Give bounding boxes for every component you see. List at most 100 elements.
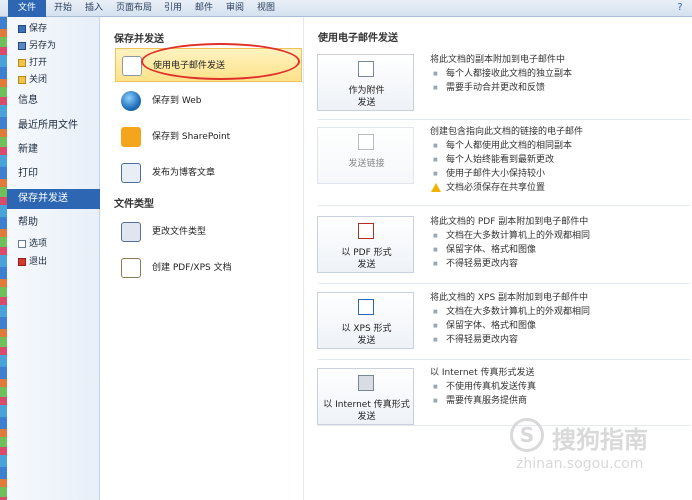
send-pdf-description: 将此文档的 PDF 副本附加到电子邮件中 文档在大多数计算机上的外观都相同 保留… <box>430 215 590 271</box>
tab-view[interactable]: 视图 <box>257 0 275 17</box>
send-as-attachment-button[interactable]: 作为附件 发送 <box>317 54 414 111</box>
description-bullet: 文档在大多数计算机上的外观都相同 <box>430 229 590 243</box>
option-change-file-type[interactable]: 更改文件类型 <box>115 215 302 249</box>
menu-item-close[interactable]: 关闭 <box>7 72 100 88</box>
menu-item-label: 打开 <box>29 58 48 68</box>
globe-icon <box>121 91 141 111</box>
button-label-line1: 发送链接 <box>348 159 385 169</box>
sogou-logo-icon: S <box>510 418 544 452</box>
menu-item-open[interactable]: 打开 <box>7 55 100 71</box>
description-bullet: 保留字体、格式和图像 <box>430 319 590 333</box>
menu-item-save-as[interactable]: 另存为 <box>7 38 100 54</box>
option-save-to-web[interactable]: 保存到 Web <box>115 84 302 118</box>
divider <box>318 359 690 360</box>
save-as-icon <box>18 42 26 50</box>
attachment-icon <box>358 61 374 77</box>
open-folder-icon <box>18 59 26 67</box>
send-as-pdf-button[interactable]: 以 PDF 形式 发送 <box>317 216 414 273</box>
internet-fax-description: 以 Internet 传真形式发送 不使用传真机发送传真 需要传真服务提供商 <box>430 366 536 408</box>
option-label: 创建 PDF/XPS 文档 <box>152 263 232 273</box>
description-bullet: 不得轻易更改内容 <box>430 333 590 347</box>
menu-item-label: 退出 <box>29 257 48 267</box>
send-link-description: 创建包含指向此文档的链接的电子邮件 每个人都使用此文档的相同副本 每个人始终能看… <box>430 125 583 195</box>
tab-file[interactable]: 文件 <box>8 0 46 17</box>
divider <box>318 119 690 120</box>
menu-section-new[interactable]: 新建 <box>7 140 100 160</box>
tab-review[interactable]: 审阅 <box>226 0 244 17</box>
option-publish-blog[interactable]: 发布为博客文章 <box>115 156 302 190</box>
button-label-line2: 发送 <box>357 98 376 108</box>
send-as-xps-button[interactable]: 以 XPS 形式 发送 <box>317 292 414 349</box>
tab-insert[interactable]: 插入 <box>85 0 103 17</box>
blog-icon <box>121 163 141 183</box>
description-title: 创建包含指向此文档的链接的电子邮件 <box>430 127 584 137</box>
send-as-internet-fax-button[interactable]: 以 Internet 传真形式 发送 <box>317 368 414 425</box>
description-warning: 文档必须保存在共享位置 <box>430 181 583 195</box>
option-create-pdf-xps[interactable]: 创建 PDF/XPS 文档 <box>115 251 302 285</box>
tab-mailings[interactable]: 邮件 <box>195 0 213 17</box>
description-bullet: 使用子邮件大小保持较小 <box>430 167 583 181</box>
save-icon <box>18 25 26 33</box>
pdf-xps-icon <box>121 258 141 278</box>
fax-icon <box>358 375 374 391</box>
description-bullet: 文档在大多数计算机上的外观都相同 <box>430 305 590 319</box>
button-label-line1: 以 XPS 形式 <box>341 324 392 334</box>
menu-item-label: 另存为 <box>29 41 57 51</box>
tab-page-layout[interactable]: 页面布局 <box>116 0 152 17</box>
menu-section-save-send[interactable]: 保存并发送 <box>7 189 107 209</box>
description-title: 以 Internet 传真形式发送 <box>430 368 535 378</box>
menu-item-exit[interactable]: 退出 <box>7 254 100 270</box>
option-label: 更改文件类型 <box>152 227 207 237</box>
option-label: 保存到 Web <box>152 96 202 106</box>
option-save-to-sharepoint[interactable]: 保存到 SharePoint <box>115 120 302 154</box>
warning-text: 文档必须保存在共享位置 <box>446 183 546 193</box>
description-bullet: 需要传真服务提供商 <box>430 394 536 408</box>
tab-home[interactable]: 开始 <box>54 0 72 17</box>
send-link-button[interactable]: 发送链接 <box>317 127 414 184</box>
description-bullet: 每个人始终能看到最新更改 <box>430 153 583 167</box>
email-icon <box>122 56 142 76</box>
warning-icon <box>431 183 441 192</box>
description-bullet: 需要手动合并更改和反馈 <box>430 81 572 95</box>
link-icon <box>358 134 374 150</box>
desktop-edge-strip <box>0 17 7 500</box>
menu-item-save[interactable]: 保存 <box>7 21 100 37</box>
tab-references[interactable]: 引用 <box>164 0 182 17</box>
change-filetype-icon <box>121 222 141 242</box>
attachment-description: 将此文档的副本附加到电子邮件中 每个人都接收此文档的独立副本 需要手动合并更改和… <box>430 53 572 95</box>
menu-section-help[interactable]: 帮助 <box>7 213 100 233</box>
description-title: 将此文档的 XPS 副本附加到电子邮件中 <box>430 293 589 303</box>
watermark-text: 搜狗指南 <box>552 426 648 454</box>
description-bullet: 每个人都使用此文档的相同副本 <box>430 139 583 153</box>
menu-item-options[interactable]: 选项 <box>7 236 100 252</box>
option-label: 保存到 SharePoint <box>152 132 231 142</box>
options-icon <box>18 240 26 248</box>
help-icon[interactable]: ? <box>674 2 686 14</box>
watermark-url: zhinan.sogou.com <box>516 456 644 472</box>
button-label-line1: 作为附件 <box>348 86 385 96</box>
description-bullet: 每个人都接收此文档的独立副本 <box>430 67 572 81</box>
panel-title: 使用电子邮件发送 <box>318 33 398 44</box>
button-label-line1: 以 Internet 传真形式 <box>323 400 410 410</box>
menu-item-label: 关闭 <box>29 75 48 85</box>
menu-section-recent[interactable]: 最近所用文件 <box>7 116 100 136</box>
watermark: S 搜狗指南 zhinan.sogou.com <box>510 418 690 478</box>
section-title-save-send: 保存并发送 <box>114 34 164 45</box>
exit-icon <box>18 258 26 266</box>
button-label-line2: 发送 <box>357 412 376 422</box>
menu-section-print[interactable]: 打印 <box>7 164 100 184</box>
description-title: 将此文档的副本附加到电子邮件中 <box>430 55 566 65</box>
highlight-circle <box>141 43 300 80</box>
send-xps-description: 将此文档的 XPS 副本附加到电子邮件中 文档在大多数计算机上的外观都相同 保留… <box>430 291 590 347</box>
menu-item-label: 选项 <box>29 239 48 249</box>
menu-section-info[interactable]: 信息 <box>7 91 100 111</box>
section-title-file-types: 文件类型 <box>114 199 154 210</box>
menu-item-label: 保存 <box>29 24 48 34</box>
divider <box>318 283 690 284</box>
description-bullet: 不得轻易更改内容 <box>430 257 590 271</box>
button-label-line2: 发送 <box>357 336 376 346</box>
description-title: 将此文档的 PDF 副本附加到电子邮件中 <box>430 217 589 227</box>
sharepoint-icon <box>121 127 141 147</box>
close-document-icon <box>18 76 26 84</box>
button-label-line2: 发送 <box>357 260 376 270</box>
